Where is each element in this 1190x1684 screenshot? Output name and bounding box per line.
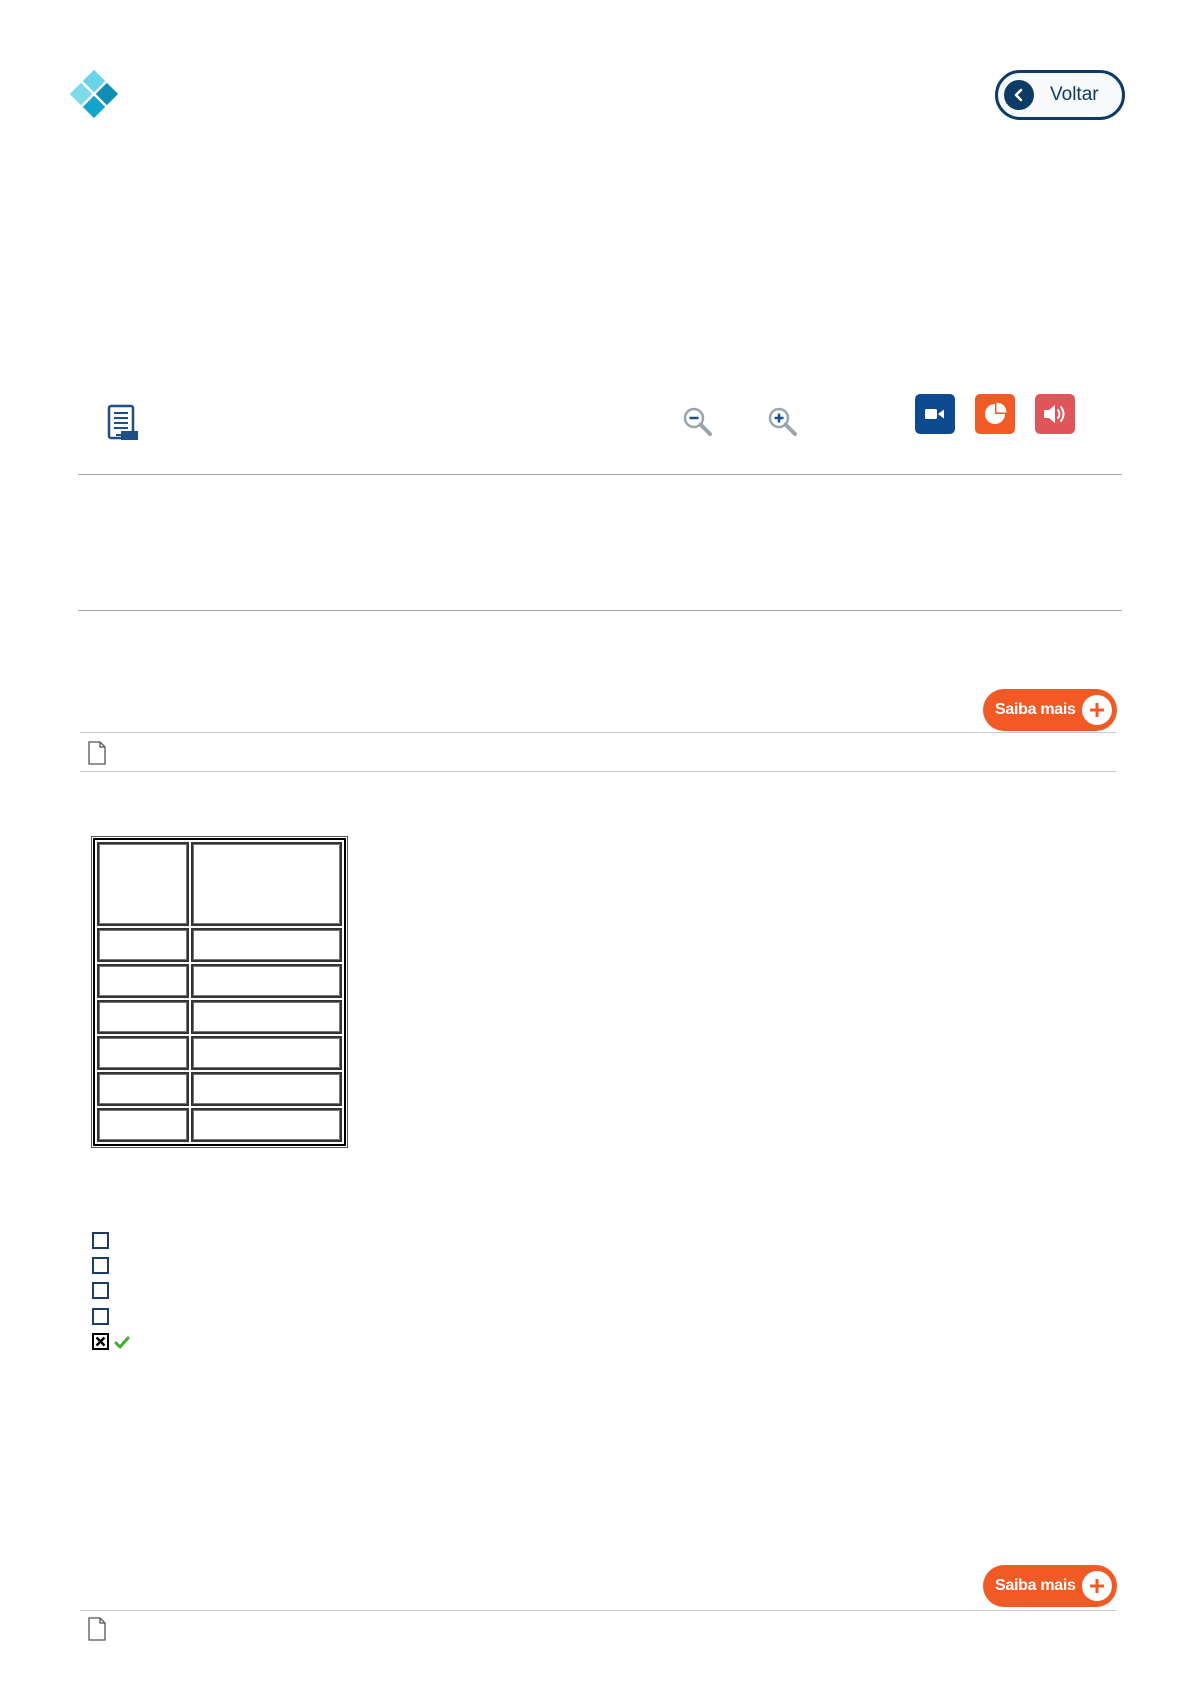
table-row <box>97 1072 342 1106</box>
document-icon[interactable] <box>87 1617 107 1646</box>
diamond-grid-logo-icon <box>70 70 118 118</box>
chevron-left-icon <box>1004 80 1034 110</box>
video-button[interactable] <box>915 394 955 434</box>
back-button[interactable]: Voltar <box>995 70 1125 120</box>
table-row <box>97 1108 342 1142</box>
zoom-out-icon[interactable] <box>681 405 715 444</box>
x-mark-icon <box>95 1336 106 1347</box>
notebook-icon[interactable] <box>106 404 140 447</box>
table-cell <box>97 1108 189 1142</box>
table-cell <box>97 964 189 998</box>
section-divider <box>80 771 1116 772</box>
saiba-mais-button[interactable]: Saiba mais <box>983 1565 1117 1607</box>
section-divider <box>80 732 1116 733</box>
saiba-mais-label: Saiba mais <box>995 701 1076 718</box>
data-table <box>91 836 348 1148</box>
table-cell <box>191 1108 342 1142</box>
option-checkbox-a[interactable] <box>92 1232 109 1249</box>
section-divider <box>80 1610 1116 1611</box>
table-cell <box>191 1036 342 1070</box>
speaker-icon <box>1044 405 1065 423</box>
saiba-mais-button[interactable]: Saiba mais <box>983 689 1117 731</box>
option-checkbox-b[interactable] <box>92 1257 109 1274</box>
document-icon[interactable] <box>87 741 107 770</box>
table-row <box>97 1000 342 1034</box>
pie-chart-icon <box>985 402 1007 424</box>
table-cell <box>191 1000 342 1034</box>
table-cell <box>97 928 189 962</box>
video-camera-icon <box>925 409 944 419</box>
table-header-cell <box>97 842 189 926</box>
table-row <box>97 928 342 962</box>
table-cell <box>191 964 342 998</box>
option-checkbox-e[interactable] <box>92 1333 109 1350</box>
toolbar-divider-bottom <box>78 610 1122 611</box>
zoom-in-icon[interactable] <box>766 405 800 444</box>
chart-button[interactable] <box>975 394 1015 434</box>
table-row <box>97 1036 342 1070</box>
table-header-cell <box>191 842 342 926</box>
table-row <box>97 964 342 998</box>
audio-button[interactable] <box>1035 394 1075 434</box>
table-cell <box>97 1072 189 1106</box>
saiba-mais-label: Saiba mais <box>995 1577 1076 1594</box>
table-cell <box>97 1000 189 1034</box>
option-checkbox-d[interactable] <box>92 1308 109 1325</box>
back-button-label: Voltar <box>1050 84 1099 105</box>
plus-icon <box>1081 1571 1112 1601</box>
table-cell <box>97 1036 189 1070</box>
plus-icon <box>1081 695 1112 725</box>
toolbar-divider-top <box>78 474 1122 475</box>
table-cell <box>191 1072 342 1106</box>
correct-check-icon <box>114 1336 130 1354</box>
site-logo <box>70 70 118 118</box>
option-checkbox-c[interactable] <box>92 1282 109 1299</box>
table-header-row <box>97 842 342 926</box>
table-cell <box>191 928 342 962</box>
